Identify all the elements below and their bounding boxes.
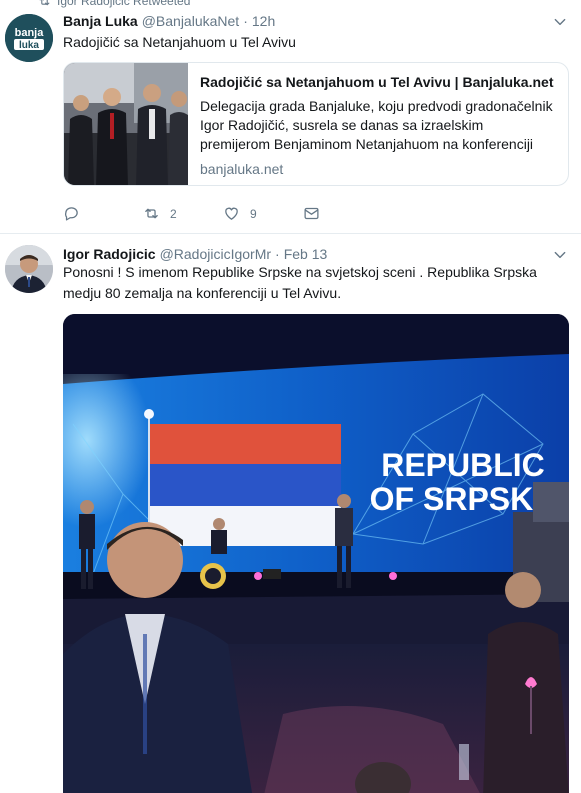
card-title[interactable]: Radojičić sa Netanjahuom u Tel Avivu | B… [200,73,556,91]
separator: · [243,13,248,29]
card-description: Delegacija grada Banjaluke, koju predvod… [200,98,553,152]
timestamp[interactable]: 12h [252,13,275,29]
display-name[interactable]: Banja Luka [63,13,138,29]
tweet-actions: 2 9 [63,205,320,222]
tweet-photo[interactable]: REPUBLIC OF SRPSKA [63,314,569,793]
retweet-count: 2 [170,206,177,221]
reply-button[interactable] [63,205,143,222]
tweet-text: Ponosni ! S imenom Republike Srpske na s… [63,264,537,301]
reply-icon [65,207,78,221]
svg-text:banja: banja [15,27,45,39]
chevron-down-icon[interactable] [553,248,567,262]
card-thumbnail [64,63,188,185]
like-count: 9 [250,206,257,221]
user-handle[interactable]: @RadojicicIgorMr [160,246,271,262]
banja-luka-logo: banja luka [5,14,53,62]
card-domain: banjaluka.net [200,161,284,177]
tweet-text: Radojičić sa Netanjahuom u Tel Avivu [63,34,296,50]
direct-message-button[interactable] [303,205,320,222]
retweet-icon [145,208,158,219]
profile-photo [5,245,53,293]
timestamp[interactable]: Feb 13 [284,246,328,262]
screen-text-line2: OF SRPSKA [370,481,557,517]
tweet-igor-radojicic[interactable]: Igor Radojicic @RadojicicIgorMr · Feb 13… [0,235,581,793]
tweet-header: Banja Luka @BanjalukaNet · 12h [63,13,275,29]
display-name[interactable]: Igor Radojicic [63,246,156,262]
svg-text:luka: luka [19,40,39,51]
heart-icon [225,207,238,220]
tweet-banja-luka[interactable]: banja luka Banja Luka @BanjalukaNet · 12… [0,0,581,234]
separator: · [275,246,280,262]
link-card[interactable]: Radojičić sa Netanjahuom u Tel Avivu | B… [63,62,569,186]
screen-text-line1: REPUBLIC [381,447,545,483]
avatar[interactable]: banja luka [5,14,53,62]
tweet-header: Igor Radojicic @RadojicicIgorMr · Feb 13 [63,246,327,262]
user-handle[interactable]: @BanjalukaNet [142,13,240,29]
like-button[interactable]: 9 [223,205,303,222]
retweet-button[interactable]: 2 [143,205,223,222]
chevron-down-icon[interactable] [553,15,567,29]
envelope-icon [304,207,319,220]
avatar[interactable] [5,245,53,293]
